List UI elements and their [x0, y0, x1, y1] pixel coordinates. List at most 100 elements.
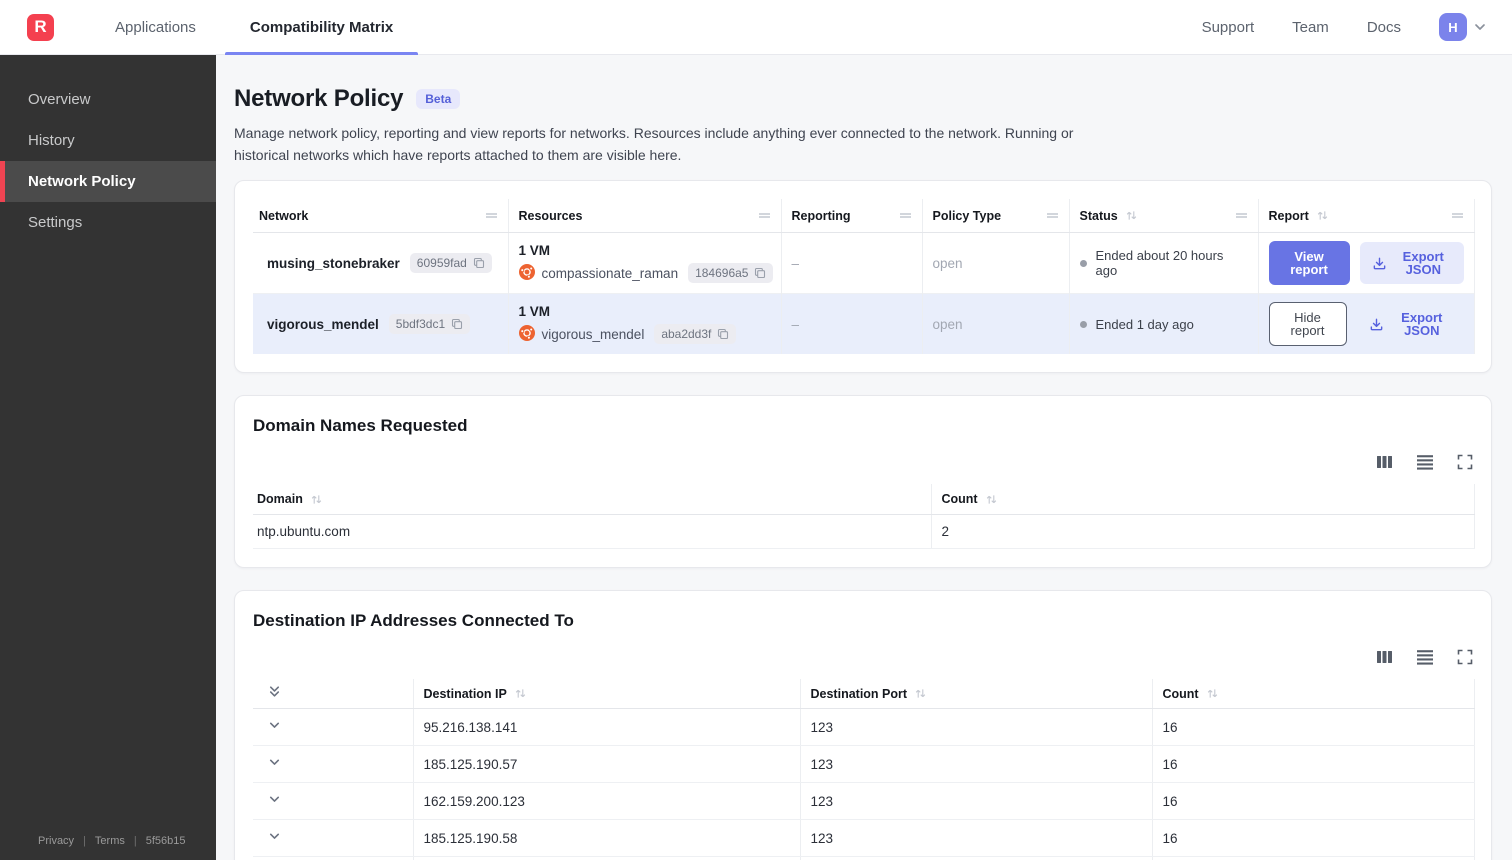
row-density-icon[interactable]	[1416, 454, 1434, 471]
destination-row[interactable]: 185.125.190.57 123 16	[253, 745, 1475, 784]
destination-row[interactable]: 162.159.200.123 123 16	[253, 782, 1475, 821]
network-id-badge[interactable]: 5bdf3dc1	[388, 314, 471, 335]
fullscreen-icon[interactable]	[1457, 454, 1473, 470]
support-link[interactable]: Support	[1202, 19, 1255, 36]
sort-icon[interactable]	[1316, 210, 1329, 221]
sidebar-item-overview[interactable]: Overview	[0, 79, 216, 120]
chevron-down-icon[interactable]	[267, 718, 282, 733]
column-resize-handle[interactable]	[758, 211, 771, 220]
destination-ip-value: 95.216.138.141	[412, 708, 800, 747]
domain-value: ntp.ubuntu.com	[253, 514, 931, 549]
status-text: Ended 1 day ago	[1095, 316, 1194, 332]
chevron-down-icon[interactable]	[267, 755, 282, 770]
sidebar-item-network-policy[interactable]: Network Policy	[0, 161, 216, 202]
chevron-down-icon[interactable]	[267, 829, 282, 844]
resource-name[interactable]: vigorous_mendel	[542, 327, 645, 342]
export-json-button[interactable]: Export JSON	[1359, 242, 1464, 285]
destinations-table: Destination IP Destination Port Count 95…	[253, 678, 1475, 860]
hide-report-button[interactable]: Hide report	[1268, 302, 1347, 347]
count-value: 16	[1151, 782, 1475, 821]
networks-table: Network Resources Reporting Policy Type …	[253, 198, 1475, 355]
network-name: musing_stonebraker	[267, 255, 400, 271]
main-content: Network Policy Beta Manage network polic…	[216, 55, 1512, 860]
columns-icon[interactable]	[1376, 454, 1393, 470]
column-header-domain[interactable]: Domain	[253, 484, 931, 515]
domain-row[interactable]: ntp.ubuntu.com 2	[253, 514, 1475, 549]
column-header-network[interactable]: Network	[253, 198, 508, 234]
column-header-resources[interactable]: Resources	[507, 198, 781, 234]
resource-id-badge[interactable]: 184696a5	[688, 263, 774, 284]
sort-icon[interactable]	[1206, 688, 1219, 699]
ubuntu-icon	[518, 324, 535, 344]
columns-icon[interactable]	[1376, 649, 1393, 665]
column-header-count[interactable]: Count	[930, 484, 1475, 515]
sort-icon[interactable]	[1125, 210, 1138, 221]
column-resize-handle[interactable]	[1235, 211, 1248, 220]
double-chevron-down-icon[interactable]	[267, 684, 282, 699]
footer-divider: |	[83, 835, 86, 847]
column-header-destination-ip[interactable]: Destination IP	[412, 678, 800, 710]
column-header-expand-all[interactable]	[253, 678, 413, 710]
sort-icon[interactable]	[914, 688, 927, 699]
destination-port-value: 123	[799, 708, 1152, 747]
app-logo[interactable]: R	[27, 13, 54, 41]
destinations-header-row: Destination IP Destination Port Count	[253, 678, 1475, 710]
sort-icon[interactable]	[985, 494, 998, 505]
reporting-value: –	[780, 232, 922, 294]
network-row[interactable]: musing_stonebraker 60959fad 1 VM compass…	[253, 232, 1475, 294]
network-id-badge[interactable]: 60959fad	[409, 253, 492, 274]
destination-row[interactable]: 95.216.138.141 123 16	[253, 708, 1475, 747]
sort-icon[interactable]	[310, 494, 323, 505]
domains-header-row: Domain Count	[253, 484, 1475, 515]
destination-port-value: 123	[799, 782, 1152, 821]
column-resize-handle[interactable]	[1046, 211, 1059, 220]
tab-applications[interactable]: Applications	[88, 0, 223, 54]
terms-link[interactable]: Terms	[95, 835, 125, 847]
column-resize-handle[interactable]	[1451, 211, 1464, 220]
domain-names-card: Domain Names Requested Domain Count ntp.…	[234, 395, 1492, 568]
network-row[interactable]: vigorous_mendel 5bdf3dc1 1 VM vigorous_m…	[253, 293, 1475, 355]
reporting-value: –	[780, 293, 922, 355]
tab-compatibility-matrix[interactable]: Compatibility Matrix	[223, 0, 420, 55]
copy-icon[interactable]	[754, 267, 766, 279]
table-toolbar	[253, 649, 1473, 665]
footer-divider: |	[133, 835, 137, 847]
page-header: Network Policy Beta	[234, 85, 1492, 113]
sidebar-item-settings[interactable]: Settings	[0, 202, 216, 243]
fullscreen-icon[interactable]	[1457, 649, 1473, 665]
card-title: Domain Names Requested	[253, 416, 468, 436]
destination-ip-value: 162.159.200.123	[412, 782, 800, 821]
top-navbar: R Applications Compatibility Matrix Supp…	[0, 0, 1512, 55]
destination-row[interactable]: 185.125.190.58 123 16	[253, 819, 1475, 858]
download-icon	[1372, 256, 1387, 271]
sidebar-item-history[interactable]: History	[0, 120, 216, 161]
column-header-policy-type[interactable]: Policy Type	[921, 198, 1069, 234]
chevron-down-icon[interactable]	[267, 792, 282, 807]
copy-icon[interactable]	[473, 257, 485, 269]
copy-icon[interactable]	[717, 328, 729, 340]
docs-link[interactable]: Docs	[1367, 19, 1401, 36]
column-resize-handle[interactable]	[899, 211, 912, 220]
export-json-button[interactable]: Export JSON	[1357, 303, 1464, 345]
page-title: Network Policy	[234, 85, 404, 112]
column-header-reporting[interactable]: Reporting	[780, 198, 922, 234]
sidebar-footer: Privacy | Terms | 5f56b15	[0, 835, 216, 860]
sort-icon[interactable]	[514, 688, 527, 699]
team-link[interactable]: Team	[1292, 19, 1329, 36]
column-resize-handle[interactable]	[485, 211, 498, 220]
column-header-destination-port[interactable]: Destination Port	[799, 678, 1152, 710]
row-density-icon[interactable]	[1416, 649, 1434, 665]
destination-ip-value: 185.125.190.57	[412, 745, 800, 784]
avatar[interactable]: H	[1439, 13, 1467, 41]
column-header-status[interactable]: Status	[1068, 198, 1258, 234]
resource-id-badge[interactable]: aba2dd3f	[654, 324, 737, 345]
privacy-link[interactable]: Privacy	[38, 835, 74, 847]
status-text: Ended about 20 hours ago	[1095, 248, 1224, 279]
copy-icon[interactable]	[451, 318, 463, 330]
view-report-button[interactable]: View report	[1268, 241, 1350, 286]
card-title: Destination IP Addresses Connected To	[253, 610, 574, 630]
chevron-down-icon[interactable]	[1472, 19, 1488, 35]
column-header-report[interactable]: Report	[1257, 198, 1475, 234]
resource-name[interactable]: compassionate_raman	[542, 266, 679, 281]
column-header-count[interactable]: Count	[1151, 678, 1475, 710]
